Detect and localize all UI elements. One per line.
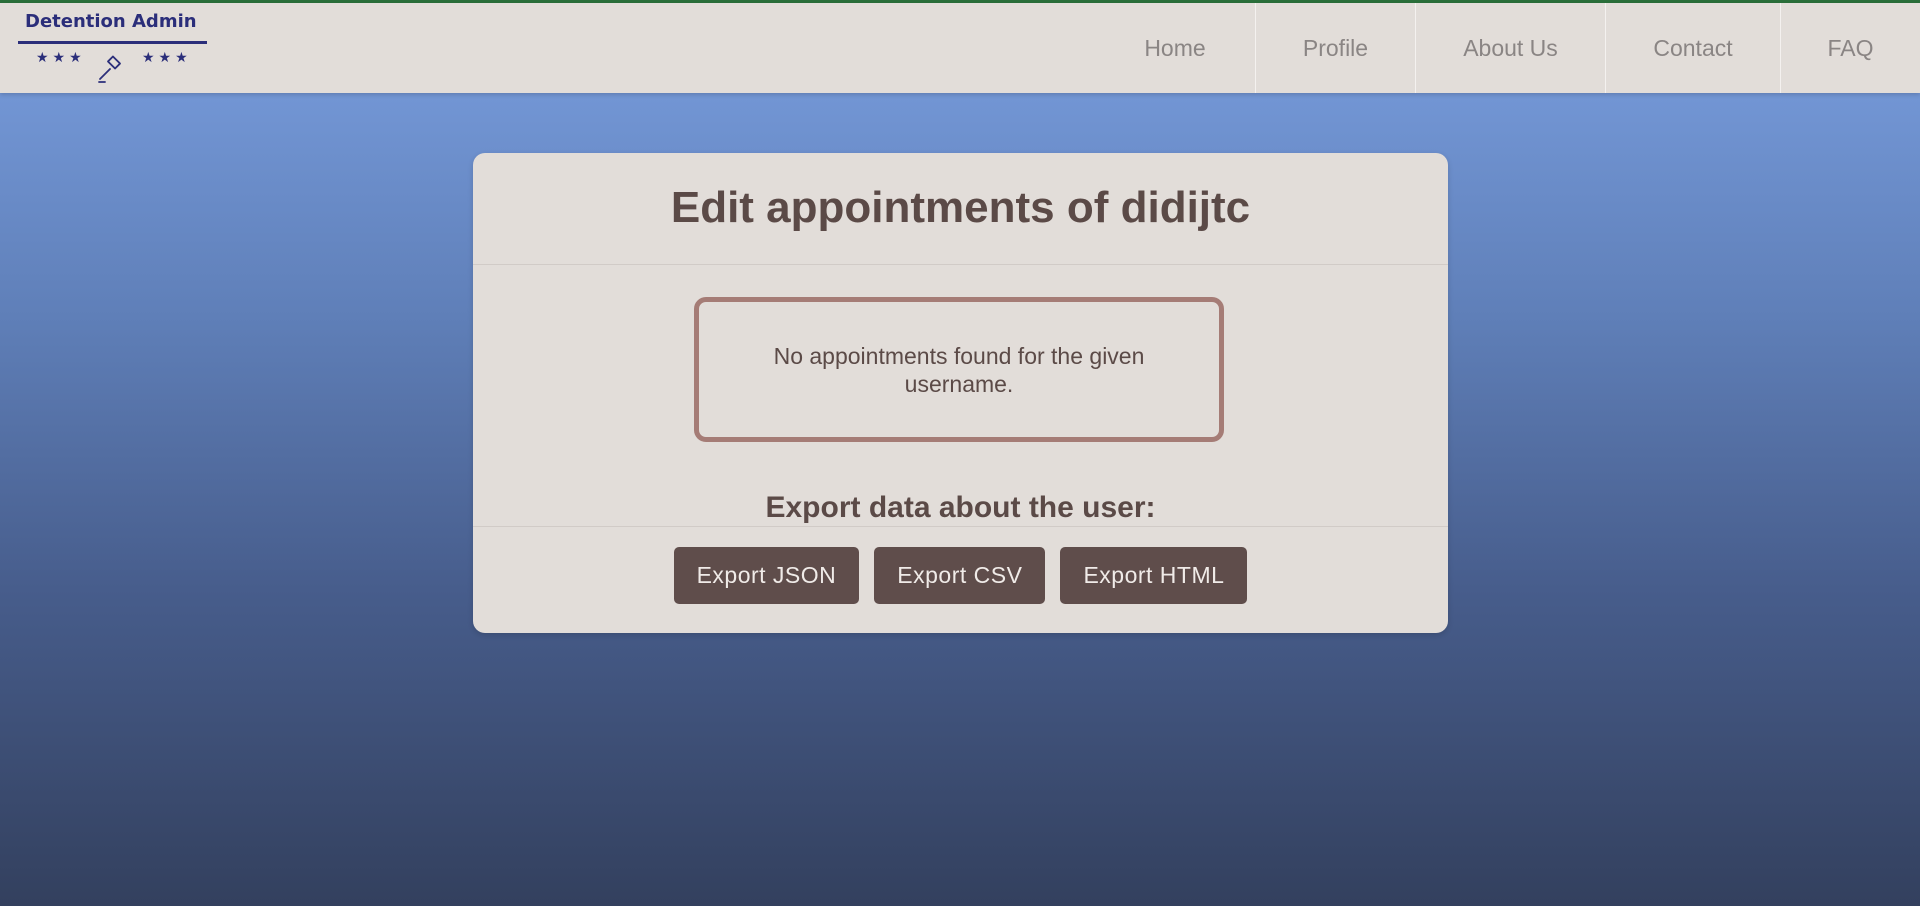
nav-home[interactable]: Home xyxy=(1095,3,1255,93)
export-csv-button[interactable]: Export CSV xyxy=(874,547,1046,604)
export-divider xyxy=(473,526,1448,527)
export-heading: Export data about the user: xyxy=(765,491,1156,524)
nav-about-us[interactable]: About Us xyxy=(1415,3,1605,93)
gavel-icon xyxy=(98,55,121,83)
logo-title: Detention Admin xyxy=(25,11,197,32)
site-logo[interactable]: Detention Admin ★★★ ★★★ xyxy=(18,9,208,89)
main-nav: Home Profile About Us Contact FAQ xyxy=(1095,3,1920,93)
nav-contact[interactable]: Contact xyxy=(1605,3,1780,93)
navbar: Detention Admin ★★★ ★★★ Home Profile Abo… xyxy=(0,3,1920,93)
appointments-card: Edit appointments of didijtc No appointm… xyxy=(473,153,1448,633)
export-button-group: Export JSON Export CSV Export HTML xyxy=(473,547,1448,604)
notice-text: No appointments found for the given user… xyxy=(773,342,1145,397)
title-divider xyxy=(473,264,1448,265)
logo-stars-left: ★★★ xyxy=(36,49,86,65)
logo-stars-right: ★★★ xyxy=(142,49,192,65)
empty-state-notice: No appointments found for the given user… xyxy=(694,297,1224,442)
export-html-button[interactable]: Export HTML xyxy=(1060,547,1248,604)
logo-rule xyxy=(18,41,207,44)
export-json-button[interactable]: Export JSON xyxy=(673,547,860,604)
nav-profile[interactable]: Profile xyxy=(1255,3,1415,93)
page-title: Edit appointments of didijtc xyxy=(670,183,1251,232)
nav-faq[interactable]: FAQ xyxy=(1780,3,1920,93)
